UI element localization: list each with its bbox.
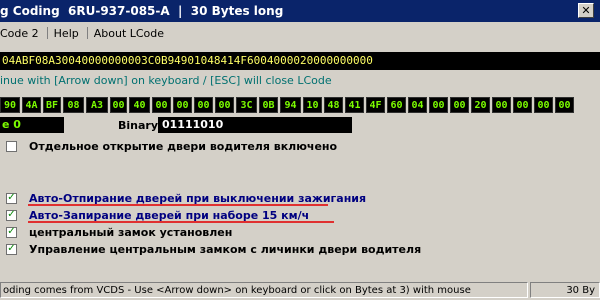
menu-item-help[interactable]: Help [54, 27, 79, 40]
option-checkbox-1[interactable]: ✓ [6, 192, 17, 204]
keyboard-hint: inue with [Arrow down] on keyboard / [ES… [0, 74, 332, 87]
byte-cell[interactable]: 48 [324, 97, 343, 113]
option-checkbox-4[interactable]: ✓ [6, 243, 17, 255]
binary-label: Binary: [118, 119, 163, 132]
binary-value: 01111010 [158, 117, 352, 133]
byte-strip: 90 4A BF 08 A3 00 40 00 00 00 00 3C 0B 94 10 48 41 4F 60 04… [0, 97, 600, 113]
option-label-3: центральный замок установлен [29, 225, 233, 239]
byte-cell[interactable]: 08 [63, 97, 84, 113]
option-checkbox-3[interactable]: ✓ [6, 226, 17, 238]
byte-cell[interactable]: 00 [173, 97, 192, 113]
menu-bar: Code 2 Help About LCode [0, 24, 600, 42]
option-row-3[interactable]: ✓ центральный замок установлен [6, 224, 596, 240]
byte-cell[interactable]: 00 [492, 97, 511, 113]
checkmark-icon: ✓ [7, 209, 16, 220]
byte-cell[interactable]: 04 [408, 97, 427, 113]
byte-cell[interactable]: A3 [86, 97, 108, 113]
byte-cell[interactable]: 00 [513, 97, 532, 113]
byte-cell[interactable]: 10 [303, 97, 322, 113]
status-bar: oding comes from VCDS - Use <Arrow down>… [0, 282, 600, 300]
option-label-1: Авто-Отпирание дверей при выключении заж… [29, 191, 367, 205]
menu-separator [46, 27, 48, 39]
option-checkbox-2[interactable]: ✓ [6, 209, 17, 221]
byte-cell[interactable]: 00 [110, 97, 127, 113]
byte-cell[interactable]: 60 [387, 97, 406, 113]
lcode-window: g Coding 6RU-937-085-A | 30 Bytes long ✕… [0, 0, 600, 300]
option-row-0[interactable]: Отдельное открытие двери водителя включе… [6, 138, 596, 154]
highlight-underline [28, 204, 328, 206]
byte-cell[interactable]: 00 [194, 97, 213, 113]
byte-cell[interactable]: 3C [236, 97, 257, 113]
menu-separator [86, 27, 88, 39]
option-checkbox-0[interactable] [6, 140, 17, 152]
byte-cell[interactable]: 00 [215, 97, 234, 113]
coding-hex-field[interactable]: 04ABF08A30040000000003C0B94901048414F600… [0, 52, 600, 70]
close-icon: ✕ [581, 4, 591, 17]
checkmark-icon: ✓ [7, 192, 16, 203]
byte-cell[interactable]: 00 [429, 97, 448, 113]
option-label-2: Авто-Запирание дверей при наборе 15 км/ч [29, 208, 310, 222]
byte-cell[interactable]: 4A [22, 97, 41, 113]
byte-cell[interactable]: 00 [555, 97, 574, 113]
option-row-4[interactable]: ✓ Управление центральным замком с личинк… [6, 241, 596, 257]
option-label-0: Отдельное открытие двери водителя включе… [29, 139, 338, 153]
status-byte-count: 30 By [530, 282, 600, 298]
byte-cell[interactable]: 20 [471, 97, 490, 113]
menu-item-code2[interactable]: Code 2 [0, 27, 39, 40]
close-button[interactable]: ✕ [578, 3, 594, 18]
selected-byte-label: e 0 [0, 117, 64, 133]
byte-cell[interactable]: 00 [152, 97, 171, 113]
checkmark-icon: ✓ [7, 243, 16, 254]
byte-cell[interactable]: 0B [259, 97, 278, 113]
byte-cell[interactable]: 40 [129, 97, 150, 113]
menu-item-about[interactable]: About LCode [94, 27, 164, 40]
byte-cell[interactable]: BF [43, 97, 61, 113]
byte-cell[interactable]: 94 [280, 97, 301, 113]
byte-cell[interactable]: 90 [0, 97, 20, 113]
highlight-underline [28, 221, 334, 223]
status-text: oding comes from VCDS - Use <Arrow down>… [0, 282, 528, 298]
window-title: g Coding 6RU-937-085-A | 30 Bytes long [0, 4, 284, 18]
byte-cell[interactable]: 41 [345, 97, 364, 113]
option-label-4: Управление центральным замком с личинки … [29, 242, 422, 256]
byte-cell[interactable]: 4F [366, 97, 385, 113]
byte-cell[interactable]: 00 [534, 97, 553, 113]
title-bar: g Coding 6RU-937-085-A | 30 Bytes long ✕ [0, 0, 600, 22]
checkmark-icon: ✓ [7, 226, 16, 237]
byte-cell[interactable]: 00 [450, 97, 469, 113]
